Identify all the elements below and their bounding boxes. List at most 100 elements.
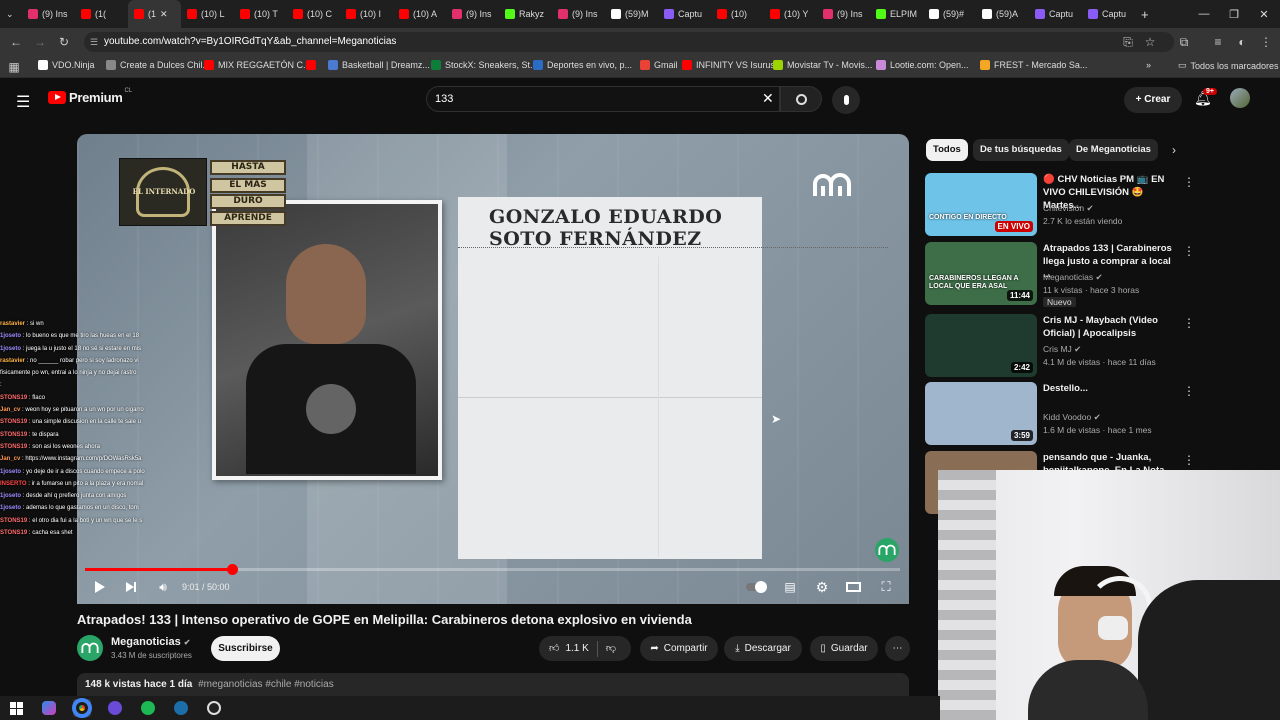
bookmark-item[interactable]: StockX: Sneakers, St... [431,60,538,70]
profile-icon[interactable]: ◐ [1234,34,1250,50]
browser-tab[interactable]: (10) I [340,0,393,28]
like-icon[interactable]: 👍︎ [549,636,559,661]
browser-tab[interactable]: (1( [75,0,128,28]
browser-tab[interactable]: Captu [1082,0,1135,28]
browser-tab[interactable]: (9) Ins [22,0,75,28]
chips-next-icon[interactable]: › [1172,143,1176,157]
recommended-video[interactable]: CARABINEROS LLEGAN A LOCAL QUE ERA ASAL 1… [925,242,1225,307]
forward-icon[interactable]: → [32,34,48,50]
recommended-title[interactable]: Destello... [1043,382,1178,395]
browser-tab[interactable]: (10) A [393,0,446,28]
browser-tab[interactable]: (10) T [234,0,287,28]
share-button[interactable]: ➦ Compartir [640,636,718,661]
install-icon[interactable]: ⎘ [1120,34,1136,50]
video-thumbnail[interactable]: CONTIGO EN DIRECTO EN VIVO [925,173,1037,236]
browser-tab[interactable]: ELPIM [870,0,923,28]
windows-icon[interactable] [7,699,25,717]
browser-tab[interactable]: (1 ✕ [128,0,181,28]
spotify-icon[interactable] [139,699,157,717]
video-player[interactable]: GONZALO EDUARDO SOTO FERNÁNDEZ EL INTERN… [77,134,909,604]
menu-kebab-icon[interactable]: ⋮ [1258,34,1274,50]
video-thumbnail[interactable]: CARABINEROS LLEGAN A LOCAL QUE ERA ASAL 1… [925,242,1037,305]
browser-tab[interactable]: Captu [658,0,711,28]
fullscreen-icon[interactable]: ⛶ [877,578,895,596]
bookmark-item[interactable]: Gmail [640,60,678,70]
dislike-icon[interactable]: 👎︎ [606,636,616,661]
new-tab-button[interactable]: + [1135,0,1155,28]
recommended-channel[interactable]: Chilevisión ✔ [1043,203,1094,214]
close-window-icon[interactable]: ✕ [1248,0,1280,28]
recommended-channel[interactable]: Kidd Voodoo ✔ [1043,412,1101,423]
app-icon[interactable] [106,699,124,717]
steam-icon[interactable] [172,699,190,717]
like-count[interactable]: 1.1 K [565,636,588,661]
browser-tab[interactable]: Captu [1029,0,1082,28]
video-thumbnail[interactable]: 2:42 [925,314,1037,377]
subscribe-button[interactable]: Suscribirse [211,636,280,661]
recommended-video[interactable]: 2:42 Cris MJ - Maybach (Video Oficial) | … [925,314,1225,378]
more-options-icon[interactable]: ⋮ [1183,175,1195,189]
bookmark-item[interactable]: FREST - Mercado Sa... [980,60,1087,70]
volume-icon[interactable]: 🔊︎ [154,578,172,596]
media-control-icon[interactable]: ≡ [1210,34,1226,50]
address-bar[interactable]: ☰ youtube.com/watch?v=By1OIRGdTqY&ab_cha… [84,32,1174,52]
download-button[interactable]: ⤓ Descargar [724,636,802,661]
voice-search-icon[interactable] [832,86,860,114]
browser-tab[interactable]: (9) Ins [552,0,605,28]
restore-icon[interactable]: ❐ [1218,0,1250,28]
search-button[interactable] [780,86,822,112]
recommended-video[interactable]: CONTIGO EN DIRECTO EN VIVO 🔴 CHV Noticias … [925,173,1225,237]
browser-tab[interactable]: (59)M [605,0,658,28]
more-options-icon[interactable]: ⋮ [1183,316,1195,330]
hamburger-menu-icon[interactable]: ☰ [16,92,30,112]
clear-search-icon[interactable]: ✕ [762,90,774,107]
bookmarks-overflow-icon[interactable]: » [1146,60,1151,70]
progress-bar[interactable] [85,564,900,575]
hashtags[interactable]: #meganoticias #chile #noticias [198,679,334,690]
chrome-icon[interactable] [72,698,92,718]
chip-from-channel[interactable]: De Meganoticias [1069,139,1158,161]
search-input[interactable]: 133 [426,86,780,112]
recommended-title[interactable]: Cris MJ - Maybach (Video Oficial) | Apoc… [1043,314,1178,340]
play-icon[interactable] [92,578,108,596]
bookmark-item[interactable]: INFINITY VS Isurus [682,60,775,70]
reload-icon[interactable]: ↻ [56,34,72,50]
all-bookmarks-button[interactable]: ▭ Todos los marcadores [1178,60,1279,71]
recommended-channel[interactable]: Meganoticias ✔ [1043,272,1103,283]
video-thumbnail[interactable]: 3:59 [925,382,1037,445]
more-options-icon[interactable]: ⋮ [1183,384,1195,398]
bookmark-item[interactable]: Movistar Tv - Movis... [773,60,872,70]
recommended-video[interactable]: 3:59 Destello... Kidd Voodoo ✔ 1.6 M de vis… [925,382,1225,446]
browser-tab[interactable]: Rakyz [499,0,552,28]
theater-mode-icon[interactable] [844,578,862,596]
chip-from-searches[interactable]: De tus búsquedas [973,139,1069,161]
bookmark-item[interactable]: Deportes en vivo, p... [533,60,632,70]
browser-tab[interactable]: (10) [711,0,764,28]
browser-tab[interactable]: (9) Ins [817,0,870,28]
back-icon[interactable]: ← [8,34,24,50]
recommended-channel[interactable]: Cris MJ ✔ [1043,344,1081,355]
autoplay-toggle-icon[interactable] [745,578,767,596]
bookmark-item[interactable]: Basketball | Dreamz... [328,60,430,70]
extensions-icon[interactable]: ⧉ [1176,34,1192,50]
bookmark-item[interactable] [306,60,320,70]
browser-tab[interactable]: (10) C [287,0,340,28]
channel-name[interactable]: Meganoticias ✔ [111,636,190,648]
bookmark-item[interactable]: Create a Dulces Chil... [106,60,210,70]
channel-avatar[interactable] [77,635,103,661]
browser-tab[interactable]: (59)A [976,0,1029,28]
browser-tab[interactable]: (9) Ins [446,0,499,28]
bookmark-star-icon[interactable]: ☆ [1142,34,1158,50]
subtitles-icon[interactable]: ▤ [781,578,799,596]
bookmark-item[interactable]: MIX REGGAETÓN C... [204,60,311,70]
obs-icon[interactable] [205,699,223,717]
site-info-icon[interactable]: ☰ [90,32,98,52]
more-options-icon[interactable]: ⋮ [1183,244,1195,258]
progress-scrubber[interactable] [226,564,238,575]
copilot-icon[interactable] [40,699,58,717]
create-button[interactable]: + Crear [1124,87,1182,113]
tab-close-icon[interactable]: ✕ [160,9,168,20]
save-button[interactable]: ▯ Guardar [810,636,878,661]
browser-tab[interactable]: (10) Y [764,0,817,28]
avatar[interactable] [1230,88,1250,108]
